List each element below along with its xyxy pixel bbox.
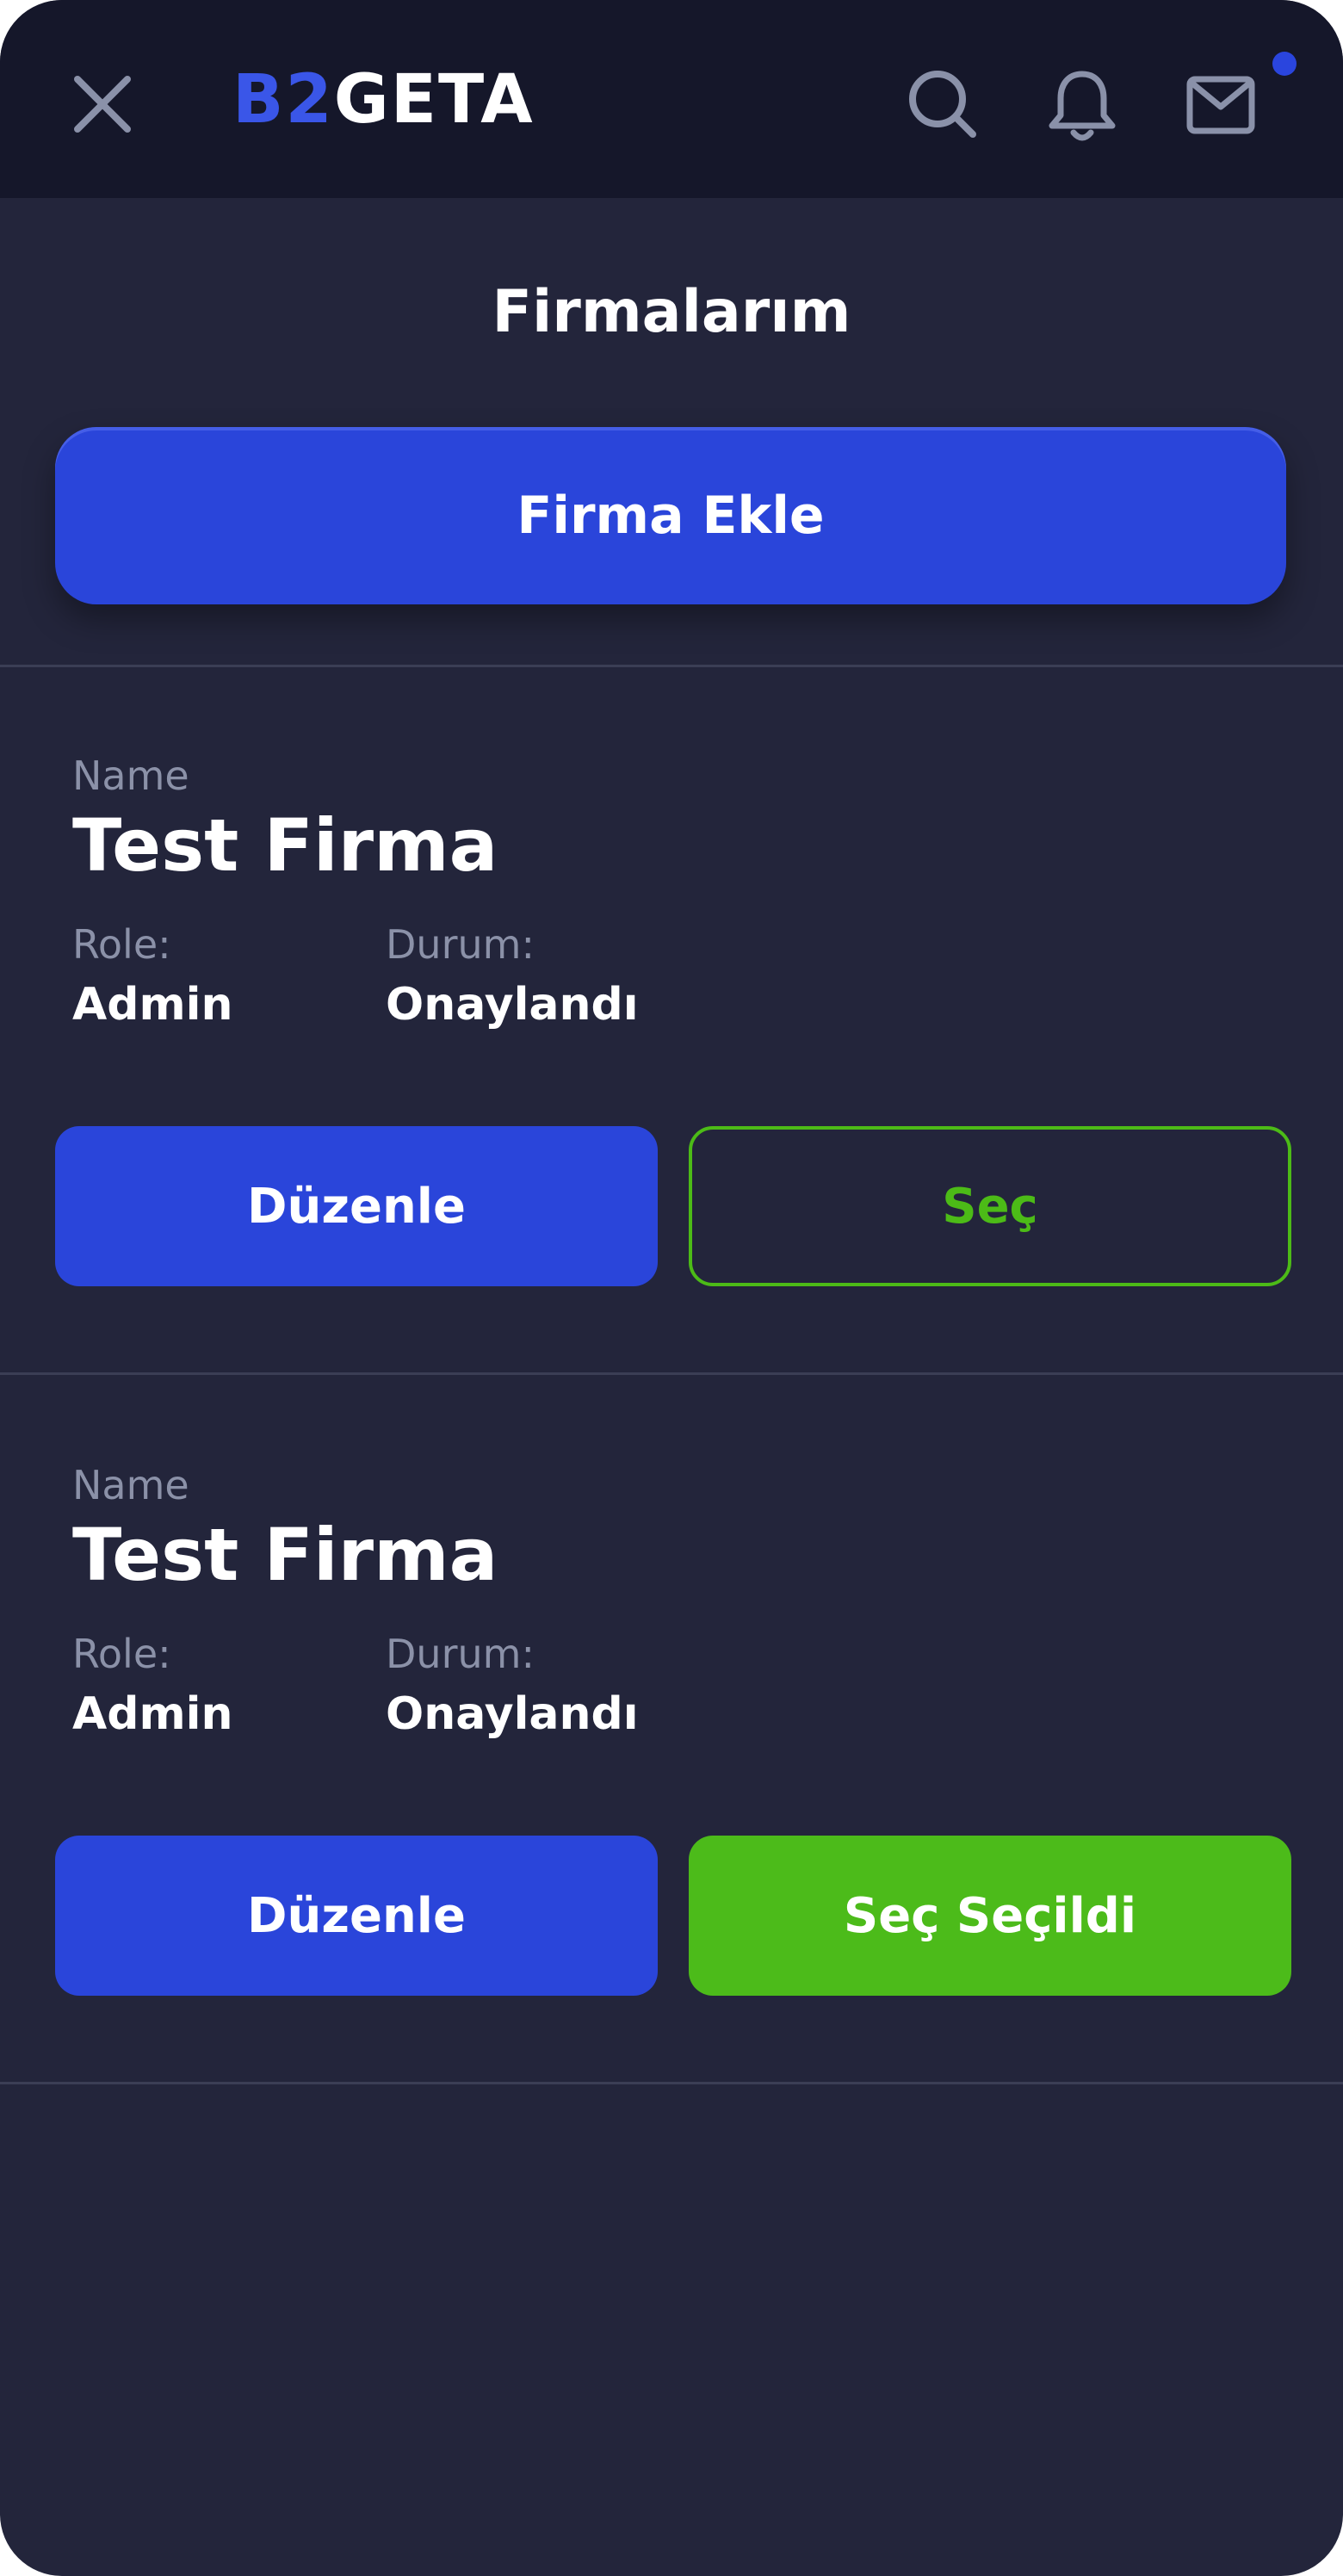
divider	[0, 665, 1343, 667]
divider	[0, 2082, 1343, 2084]
select-button[interactable]: Seç	[689, 1126, 1291, 1286]
mail-icon[interactable]	[1185, 69, 1257, 141]
company-card: Name Test Firma Role: Admin Durum: Onayl…	[0, 1419, 1343, 2125]
company-name: Test Firma	[72, 1513, 498, 1597]
role-label: Role:	[72, 1631, 171, 1677]
name-label: Name	[72, 1462, 189, 1508]
status-value: Onaylandı	[386, 979, 639, 1031]
brand-logo[interactable]: B2 GETA	[232, 65, 535, 134]
status-label: Durum:	[386, 921, 535, 968]
notification-dot	[1272, 52, 1297, 76]
add-company-button[interactable]: Firma Ekle	[55, 427, 1286, 604]
status-value: Onaylandı	[386, 1688, 639, 1740]
search-icon[interactable]	[906, 67, 980, 141]
status-label: Durum:	[386, 1631, 535, 1677]
role-label: Role:	[72, 921, 171, 968]
role-value: Admin	[72, 979, 233, 1031]
close-icon[interactable]	[67, 69, 138, 139]
company-card: Name Test Firma Role: Admin Durum: Onayl…	[0, 709, 1343, 1415]
logo-main-text: GETA	[333, 61, 535, 139]
app-header: B2 GETA	[0, 0, 1343, 198]
edit-button[interactable]: Düzenle	[55, 1126, 658, 1286]
name-label: Name	[72, 752, 189, 799]
selected-button[interactable]: Seç Seçildi	[689, 1836, 1291, 1996]
divider	[0, 1372, 1343, 1375]
edit-button[interactable]: Düzenle	[55, 1836, 658, 1996]
bell-icon[interactable]	[1042, 65, 1123, 146]
logo-accent-text: B2	[232, 61, 334, 139]
company-name: Test Firma	[72, 803, 498, 888]
page-title: Firmalarım	[492, 278, 851, 346]
app-screen: B2 GETA Firmalarım Firma Ekle Name Test …	[0, 0, 1343, 2576]
role-value: Admin	[72, 1688, 233, 1740]
